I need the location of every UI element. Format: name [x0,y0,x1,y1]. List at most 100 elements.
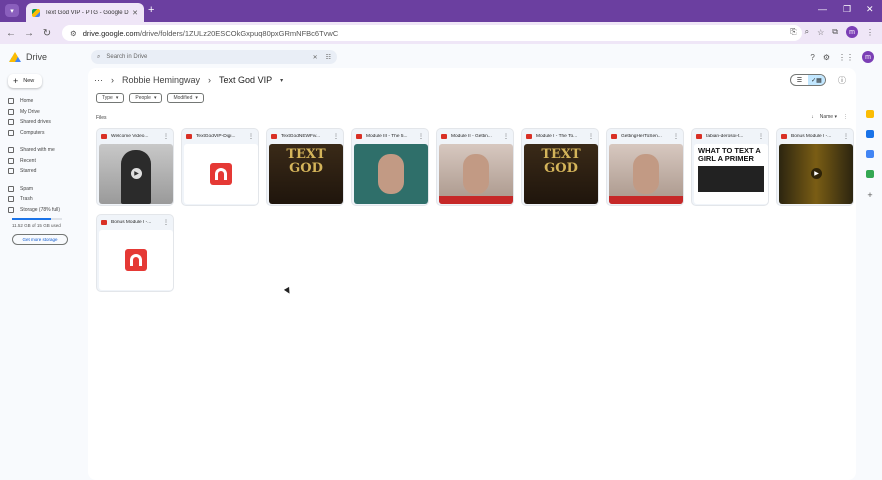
forward-icon[interactable]: → [22,28,36,39]
view-toggle[interactable]: ☰ ✓▦ [790,74,826,86]
file-thumbnail[interactable]: TEXT GOD [269,144,343,204]
file-card[interactable]: fabian-derosoi-t... ⋮ WHAT TO TEXT A GIRL … [691,128,769,206]
storage-bar [12,218,62,220]
add-addon-icon[interactable]: + [867,190,872,200]
file-card[interactable]: Module III - The 5... ⋮ [351,128,429,206]
app-name: Drive [26,52,48,62]
zoom-icon[interactable]: ⌕ [805,27,809,37]
file-card[interactable]: Bonus Module I -... ⋮ [96,214,174,292]
file-thumbnail[interactable] [99,230,173,290]
site-info-icon[interactable]: ⚙ [70,29,77,38]
maps-icon[interactable] [866,170,874,178]
file-card[interactable]: Bonus Module I -... ⋮ ▶ [776,128,854,206]
file-thumbnail[interactable]: TEXT GOD [524,144,598,204]
file-more-icon[interactable]: ⋮ [333,133,339,140]
url-path: /drive/folders/1ZULz20ESCOkGxpuq80pxGRmN… [139,28,339,38]
close-window-button[interactable]: ✕ [866,4,874,15]
account-avatar[interactable]: m [862,51,874,63]
file-more-icon[interactable]: ⋮ [673,133,679,140]
play-icon[interactable]: ▶ [811,168,822,179]
list-view-icon[interactable]: ☰ [791,75,808,85]
search-input[interactable]: Search in Drive [106,54,312,60]
sidebar-item-computers[interactable]: Computers [8,128,80,139]
filter-people[interactable]: People ▾ [129,93,163,103]
sidebar-item-storage[interactable]: Storage (78% full) [8,205,80,216]
tasks-icon[interactable] [866,130,874,138]
back-icon[interactable]: ← [4,28,18,39]
file-more-icon[interactable]: ⋮ [503,133,509,140]
sidebar-label: Computers [20,129,45,136]
sidebar-item-starred[interactable]: Starred [8,166,80,177]
search-bar[interactable]: ⌕ Search in Drive ✕ ☷ [91,50,337,64]
file-more-icon[interactable]: ⋮ [163,133,169,140]
file-card[interactable]: TextGodVIP-Digi... ⋮ [181,128,259,206]
file-card[interactable]: Module II - Gettin... ⋮ [436,128,514,206]
tab-search-button[interactable]: ▾ [5,4,19,17]
caret-down-icon[interactable]: ▾ [280,77,283,84]
browser-menu-icon[interactable]: ⋮ [866,28,874,37]
file-name: Welcome Video... [111,133,149,139]
apps-grid-icon[interactable]: ⋮⋮ [838,53,854,62]
install-app-icon[interactable]: ⎘ [790,27,796,37]
maximize-button[interactable]: ❐ [843,4,851,15]
filter-bar: Type ▾ People ▾ Modified ▾ [96,93,204,103]
file-more-icon[interactable]: ⋮ [588,133,594,140]
filter-type[interactable]: Type ▾ [96,93,125,103]
file-thumbnail[interactable]: WHAT TO TEXT A GIRL A PRIMER [694,144,768,204]
profile-avatar[interactable]: m [846,26,858,38]
file-thumbnail[interactable]: ▶ [99,144,173,204]
search-options-icon[interactable]: ☷ [326,54,331,61]
file-more-icon[interactable]: ⋮ [248,133,254,140]
sidebar-item-shared-drives[interactable]: Shared drives [8,117,80,128]
browser-tab[interactable]: Text God VIP - PTG - Google Drive ✕ [26,3,144,22]
sidebar-item-spam[interactable]: Spam [8,184,80,195]
clear-search-icon[interactable]: ✕ [313,54,318,61]
file-thumbnail[interactable] [184,144,258,204]
reload-icon[interactable]: ↻ [40,28,54,39]
file-name: GettingHerToSen... [621,133,662,139]
info-icon[interactable]: ⓘ [838,75,846,86]
filter-modified[interactable]: Modified ▾ [167,93,204,103]
drive-logo[interactable]: Drive [9,52,47,62]
file-card[interactable]: Module I - The To... ⋮ TEXT GOD [521,128,599,206]
keep-icon[interactable] [866,110,874,118]
file-more-icon[interactable]: ⋮ [758,133,764,140]
help-icon[interactable]: ? [810,53,814,62]
file-thumbnail[interactable] [439,144,513,204]
minimize-button[interactable]: — [818,4,827,14]
sort-direction-icon[interactable]: ↓ [811,114,814,120]
breadcrumb-parent[interactable]: Robbie Hemingway [122,75,200,85]
sidebar-item-home[interactable]: Home [8,96,80,107]
file-more-icon[interactable]: ⋮ [163,219,169,226]
sort-controls: ↓ Name ▾ ⋮ [811,114,848,120]
contacts-icon[interactable] [866,150,874,158]
get-more-storage-button[interactable]: Get more storage [12,234,68,245]
grid-view-icon[interactable]: ✓▦ [808,75,825,85]
search-icon[interactable]: ⌕ [97,54,100,61]
file-card[interactable]: Welcome Video... ⋮ ▶ [96,128,174,206]
breadcrumb-current[interactable]: Text God VIP [219,75,272,85]
file-thumbnail[interactable]: ▶ [779,144,853,204]
sidebar-item-shared-with-me[interactable]: Shared with me [8,145,80,156]
sidebar-item-recent[interactable]: Recent [8,156,80,167]
new-button[interactable]: + New [8,74,42,88]
settings-gear-icon[interactable]: ⚙ [823,53,830,62]
more-options-icon[interactable]: ⋮ [843,114,848,120]
extensions-icon[interactable]: ⧉ [832,27,838,37]
sort-by-button[interactable]: Name ▾ [820,114,837,120]
breadcrumb-overflow-icon[interactable]: ··· [94,75,103,85]
play-icon[interactable]: ▶ [131,168,142,179]
file-thumbnail[interactable] [609,144,683,204]
new-tab-button[interactable]: + [148,4,154,16]
bookmark-star-icon[interactable]: ☆ [817,28,824,37]
file-thumbnail[interactable] [354,144,428,204]
close-tab-icon[interactable]: ✕ [132,9,138,17]
sidebar-item-my-drive[interactable]: My Drive [8,107,80,118]
file-name: TextGodNEWFiv... [281,133,321,139]
file-more-icon[interactable]: ⋮ [418,133,424,140]
file-card[interactable]: TextGodNEWFiv... ⋮ TEXT GOD [266,128,344,206]
file-card[interactable]: GettingHerToSen... ⋮ [606,128,684,206]
sidebar-item-trash[interactable]: Trash [8,194,80,205]
file-more-icon[interactable]: ⋮ [843,133,849,140]
address-bar[interactable]: ⚙ drive.google.com /drive/folders/1ZULz2… [62,25,802,41]
